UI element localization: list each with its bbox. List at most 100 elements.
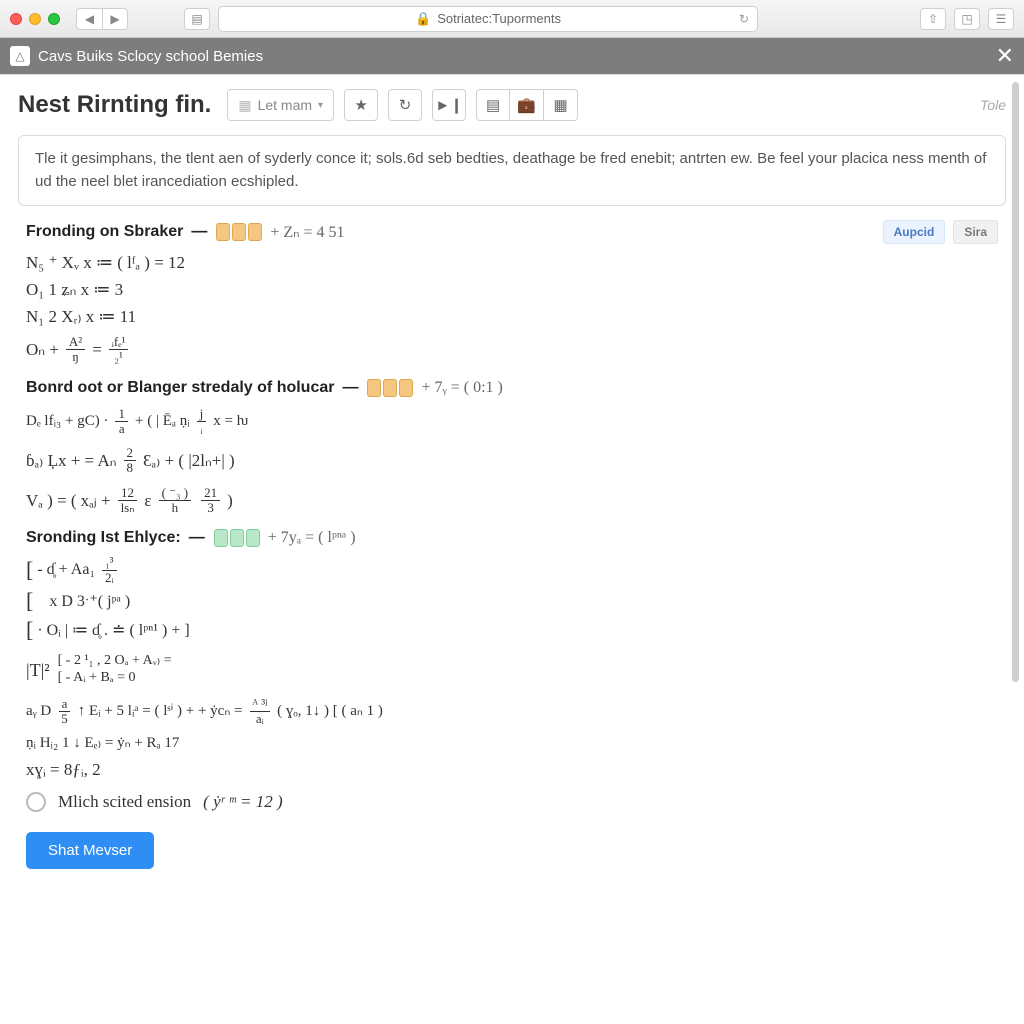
- eq-line: ɓₐ₎ Ļx + = Aₙ 2 8 Ɛₐ₎ + ( |2lₙ+| ): [26, 446, 998, 476]
- section1-title: Fronding on Sbraker: [26, 223, 183, 241]
- skip-button[interactable]: ►❙: [432, 89, 466, 121]
- section1-eq: + Zₙ = 4 51: [270, 222, 344, 242]
- page-toolbar: Nest Rirnting fin. ▦ Let mam ▾ ★ ↻ ►❙ ▤ …: [0, 75, 1024, 129]
- level-indicator-icon: [216, 223, 262, 241]
- aux-label: Tole: [980, 97, 1006, 113]
- level-indicator-icon: [214, 529, 260, 547]
- eq-line: N₁ 2 Xᵣ₎ x ≔ 11: [26, 308, 998, 325]
- reload-icon[interactable]: ↻: [739, 12, 749, 26]
- grid-icon: ▦: [238, 97, 251, 114]
- menu-button[interactable]: ☰: [988, 8, 1014, 30]
- eq-text: ɓₐ₎ Ļx + = Aₙ: [26, 452, 117, 469]
- page-title: Nest Rirnting fin.: [18, 91, 211, 119]
- zoom-window-icon[interactable]: [48, 13, 60, 25]
- refresh-button[interactable]: ↻: [388, 89, 422, 121]
- fraction: 21 3: [201, 486, 220, 516]
- tab-title-label: Cavs Buiks Sclocy school Bemies: [38, 48, 263, 65]
- tab-bar: △ Cavs Buiks Sclocy school Bemies ✕: [0, 38, 1024, 74]
- eq-text: Oₙ +: [26, 341, 59, 358]
- badge-aupcid[interactable]: Aupcid: [883, 220, 946, 244]
- fraction: A² ŋ: [66, 335, 85, 365]
- eq-text: + ( | Ēₐ ṇᵢ: [135, 414, 190, 429]
- submit-button[interactable]: Shat Mevser: [26, 832, 154, 869]
- view-tally-button[interactable]: ▤: [476, 89, 510, 121]
- eq-line: O₁ 1 ʑₙ x ≔ 3: [26, 281, 998, 298]
- section-badges: Aupcid Sira: [883, 220, 998, 244]
- scrollbar-thumb[interactable]: [1012, 82, 1019, 682]
- dash-icon: —: [189, 529, 204, 547]
- eq-text: x = ƕ: [213, 414, 248, 429]
- sidebar-toggle-button[interactable]: ▤: [184, 8, 210, 30]
- fraction: ( ⁻₃ ) h: [159, 486, 192, 516]
- eq-line: Vₐ ) = ( xₐⱼ + 12 lsₙ ε ( ⁻₃ ) h 21 3 ): [26, 486, 998, 516]
- answer-option[interactable]: Mlich scited ension ( ẏʳ ᵐ = 12 ): [26, 792, 998, 812]
- url-label: Sotriatec:Tuporments: [437, 11, 561, 26]
- eq-line: ṇᵢ Hᵢ₂ 1 ↓ Eₑ₎ = ẏₙ + Rₐ 17: [26, 736, 998, 751]
- eq-text: ε: [144, 492, 151, 509]
- tabs-button[interactable]: ◳: [954, 8, 980, 30]
- share-button[interactable]: ⇧: [920, 8, 946, 30]
- fraction: j ᵢ: [197, 407, 207, 437]
- section2-title: Bonrd oot or Blanger stredaly of holucar: [26, 379, 334, 397]
- section2-header: Bonrd oot or Blanger stredaly of holucar…: [26, 379, 998, 397]
- mode-dropdown[interactable]: ▦ Let mam ▾: [227, 89, 334, 121]
- fraction: a 5: [58, 697, 71, 727]
- eq-line: N₅ ⁺ Xᵥ x ≔ ( lᶠₐ ) = 12: [26, 254, 998, 271]
- section3-header: Sronding Ist Ehlyce: — + 7yₐ = ( lᵖⁿᵃ ): [26, 529, 998, 547]
- forward-button[interactable]: ▶: [102, 8, 128, 30]
- lock-icon: 🔒: [415, 11, 431, 27]
- address-bar[interactable]: 🔒 Sotriatec:Tuporments ↻: [218, 6, 758, 32]
- eq-line: aᵧ D a 5 ↑ Eᵢ + 5 lᵢᵃ = ( lˢⁱ ) + + ẏcₙ …: [26, 697, 998, 727]
- bracket-block: [ - ɗ̥ + Aa₁ ₁³ 2ᵢ [ x D 3ˑ⁺( jᵖᵃ ) [ · …: [26, 555, 998, 643]
- minimize-window-icon[interactable]: [29, 13, 41, 25]
- eq-text: - ɗ̥ + Aa₁: [37, 561, 95, 579]
- description-box: Tle it gesimphans, the tlent aen of syde…: [18, 135, 1006, 206]
- fraction: 1 a: [115, 407, 128, 437]
- favorite-button[interactable]: ★: [344, 89, 378, 121]
- eq-text: x D 3ˑ⁺( jᵖᵃ ): [49, 591, 130, 611]
- close-window-icon[interactable]: [10, 13, 22, 25]
- eq-text: ): [227, 492, 233, 509]
- eq-text: ( ɣₒ, 1↓ ) [ ( aₙ 1 ): [277, 704, 383, 719]
- eq-line: xɣᵢ = 8ƒᵢ, 2: [26, 761, 998, 778]
- eq-text: ↑ Eᵢ + 5 lᵢᵃ = ( lˢⁱ ) + + ẏcₙ =: [78, 704, 243, 719]
- browser-chrome: ◀ ▶ ▤ 🔒 Sotriatec:Tuporments ↻ ⇧ ◳ ☰: [0, 0, 1024, 38]
- radio-icon[interactable]: [26, 792, 46, 812]
- chevron-down-icon: ▾: [318, 100, 323, 111]
- eq-text: - Aᵢ + Bₐ = 0: [66, 670, 136, 685]
- eq-text: · Oᵢ | ≔ ɗ̥ . ≐ ( lᵖⁿ¹ ) + ]: [37, 620, 189, 640]
- eq-line: Oₙ + A² ŋ = ᵢfₑ¹ ₂¹: [26, 335, 998, 365]
- section2-eq: + 7ᵧ = ( 0:1 ): [421, 379, 502, 397]
- content-area: Fronding on Sbraker — + Zₙ = 4 51 Aupcid…: [0, 220, 1024, 889]
- eq-text: xₐⱼ +: [81, 492, 111, 509]
- eq-line: Dₑ lfᵢ₃ + gC) · 1 a + ( | Ēₐ ṇᵢ j ᵢ x = …: [26, 407, 998, 437]
- badge-sira[interactable]: Sira: [953, 220, 998, 244]
- dropdown-label: Let mam: [258, 97, 312, 113]
- fraction: ᵢfₑ¹ ₂¹: [109, 335, 129, 365]
- window-controls: [10, 13, 60, 25]
- eq-text: Vₐ ) = (: [26, 492, 77, 509]
- page-body: Nest Rirnting fin. ▦ Let mam ▾ ★ ↻ ►❙ ▤ …: [0, 74, 1024, 1024]
- back-button[interactable]: ◀: [76, 8, 102, 30]
- level-indicator-icon: [367, 379, 413, 397]
- view-grid-button[interactable]: ▦: [544, 89, 578, 121]
- section3-eq: + 7yₐ = ( lᵖⁿᵃ ): [268, 529, 356, 547]
- eq-line: |T|² [ - 2 ¹₁ , 2 Oₐ + Aᵥ₎ = [ - Aᵢ + Bₐ…: [26, 653, 998, 687]
- eq-text: - 2 ¹₁ , 2 Oₐ + Aᵥ₎ =: [66, 653, 172, 668]
- view-dash-button[interactable]: 💼: [510, 89, 544, 121]
- eq-text: Dₑ lfᵢ₃ + gC) ·: [26, 414, 108, 429]
- section3-title: Sronding Ist Ehlyce:: [26, 529, 181, 547]
- nav-back-forward: ◀ ▶: [76, 8, 128, 30]
- active-tab[interactable]: △ Cavs Buiks Sclocy school Bemies: [10, 46, 263, 66]
- section1-header: Fronding on Sbraker — + Zₙ = 4 51 Aupcid…: [26, 220, 998, 244]
- fraction: ₁³ 2ᵢ: [102, 555, 117, 585]
- fraction: ᴬ ³ʲ aᵢ: [250, 697, 271, 727]
- fraction: 12 lsₙ: [118, 486, 138, 516]
- radio-label: Mlich scited ension: [58, 792, 191, 812]
- tab-favicon-icon: △: [10, 46, 30, 66]
- close-tab-button[interactable]: ✕: [996, 43, 1014, 69]
- dash-icon: —: [191, 223, 206, 241]
- radio-expr: ( ẏʳ ᵐ = 12 ): [203, 792, 282, 812]
- fraction: 2 8: [124, 446, 137, 476]
- eq-text: aᵧ D: [26, 704, 51, 719]
